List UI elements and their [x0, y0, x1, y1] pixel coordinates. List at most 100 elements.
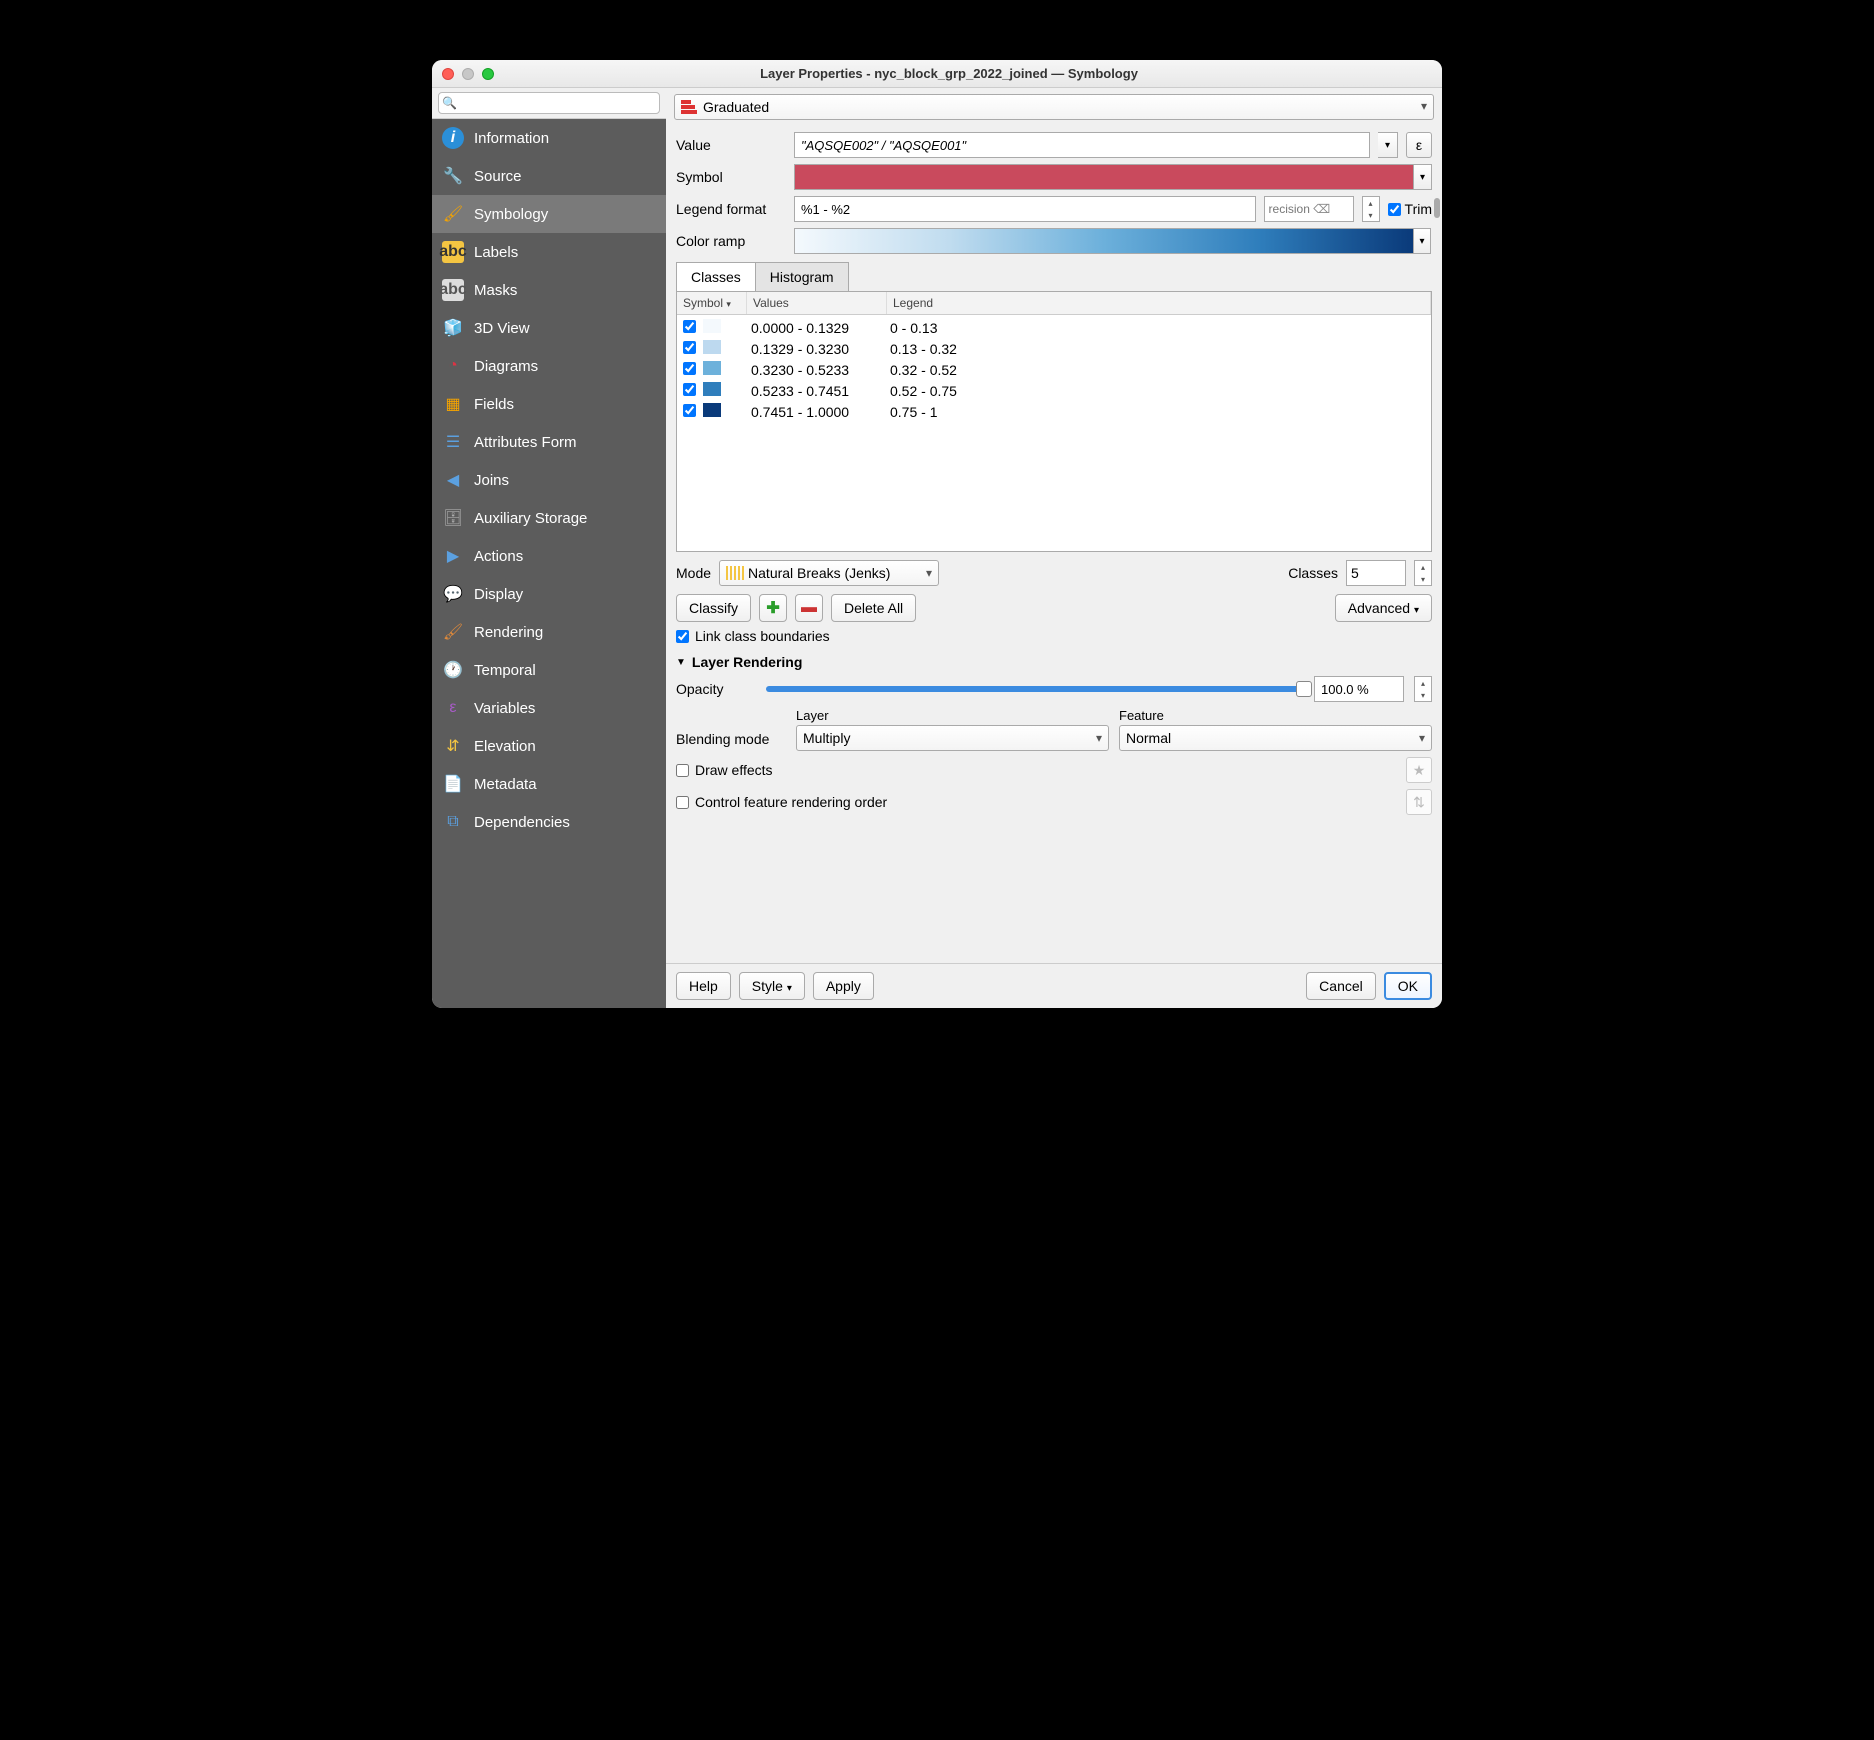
- table-row[interactable]: 0.3230 - 0.52330.32 - 0.52: [677, 359, 1431, 380]
- storage-icon: 🗄: [442, 507, 464, 529]
- sidebar-item-display[interactable]: 💬Display: [432, 575, 666, 613]
- clear-icon[interactable]: ⌫: [1313, 202, 1330, 216]
- minimize-icon[interactable]: [462, 68, 474, 80]
- sidebar-search-input[interactable]: [438, 92, 660, 114]
- class-visibility-checkbox[interactable]: [683, 404, 696, 417]
- chevron-down-icon[interactable]: ▾: [1415, 689, 1431, 701]
- chevron-up-icon[interactable]: ▴: [1415, 561, 1431, 573]
- delete-all-button[interactable]: Delete All: [831, 594, 916, 622]
- sidebar-item-dependencies[interactable]: ⧉Dependencies: [432, 803, 666, 841]
- disclosure-triangle-icon[interactable]: ▼: [676, 657, 686, 668]
- sidebar-item-source[interactable]: 🔧Source: [432, 157, 666, 195]
- sidebar-item-labels[interactable]: abcLabels: [432, 233, 666, 271]
- sidebar-item-joins[interactable]: ◀Joins: [432, 461, 666, 499]
- link-boundaries-checkbox[interactable]: [676, 630, 689, 643]
- expression-builder-button[interactable]: ε: [1406, 132, 1432, 158]
- sort-icon: ⇅: [1413, 794, 1425, 811]
- color-ramp-button[interactable]: ▾: [794, 228, 1414, 254]
- sidebar-item-symbology[interactable]: 🖌Symbology: [432, 195, 666, 233]
- sidebar-item-3dview[interactable]: 🧊3D View: [432, 309, 666, 347]
- sidebar-item-auxiliary-storage[interactable]: 🗄Auxiliary Storage: [432, 499, 666, 537]
- remove-class-button[interactable]: ▬: [795, 594, 823, 622]
- blend-layer-combo[interactable]: Multiply: [796, 725, 1109, 751]
- chevron-down-icon[interactable]: ▾: [1363, 209, 1379, 221]
- sidebar-item-actions[interactable]: ▶Actions: [432, 537, 666, 575]
- sidebar-item-diagrams[interactable]: ◔Diagrams: [432, 347, 666, 385]
- trim-checkbox[interactable]: [1388, 203, 1401, 216]
- layer-rendering-heading[interactable]: ▼ Layer Rendering: [676, 654, 1432, 670]
- th-symbol[interactable]: Symbol ▾: [677, 292, 747, 314]
- class-visibility-checkbox[interactable]: [683, 362, 696, 375]
- sidebar-item-label: Variables: [474, 700, 535, 717]
- value-expression-input[interactable]: [794, 132, 1370, 158]
- chevron-up-icon[interactable]: ▴: [1363, 197, 1379, 209]
- precision-spinner[interactable]: ▴▾: [1362, 196, 1380, 222]
- titlebar[interactable]: Layer Properties - nyc_block_grp_2022_jo…: [432, 60, 1442, 88]
- class-visibility-checkbox[interactable]: [683, 383, 696, 396]
- sidebar-item-attributes-form[interactable]: ☰Attributes Form: [432, 423, 666, 461]
- table-row[interactable]: 0.7451 - 1.00000.75 - 1: [677, 401, 1431, 422]
- tab-classes[interactable]: Classes: [676, 262, 756, 291]
- add-class-button[interactable]: ✚: [759, 594, 787, 622]
- chevron-up-icon[interactable]: ▴: [1415, 677, 1431, 689]
- scrollbar-thumb[interactable]: [1434, 198, 1440, 218]
- renderer-type-combo[interactable]: Graduated: [674, 94, 1434, 120]
- close-icon[interactable]: [442, 68, 454, 80]
- classes-count-input[interactable]: [1346, 560, 1406, 586]
- ok-button[interactable]: OK: [1384, 972, 1432, 1000]
- help-button[interactable]: Help: [676, 972, 731, 1000]
- chevron-down-icon[interactable]: ▾: [1415, 573, 1431, 585]
- opacity-spinner[interactable]: ▴▾: [1414, 676, 1432, 702]
- classify-button[interactable]: Classify: [676, 594, 751, 622]
- color-ramp-dropdown-button[interactable]: ▾: [1413, 228, 1431, 254]
- slider-thumb[interactable]: [1296, 681, 1312, 697]
- style-button[interactable]: Style ▾: [739, 972, 805, 1000]
- sidebar: 🔍 iInformation 🔧Source 🖌Symbology abcLab…: [432, 88, 666, 1008]
- class-visibility-checkbox[interactable]: [683, 320, 696, 333]
- class-values: 0.7451 - 1.0000: [727, 404, 882, 420]
- legend-format-input[interactable]: [794, 196, 1256, 222]
- order-settings-button[interactable]: ⇅: [1406, 789, 1432, 815]
- sidebar-item-elevation[interactable]: ⇵Elevation: [432, 727, 666, 765]
- trim-checkbox-wrap[interactable]: Trim: [1388, 201, 1432, 217]
- sidebar-item-fields[interactable]: ▦Fields: [432, 385, 666, 423]
- draw-effects-wrap[interactable]: Draw effects: [676, 762, 773, 778]
- mode-combo[interactable]: Natural Breaks (Jenks): [719, 560, 939, 586]
- info-icon: i: [442, 127, 464, 149]
- classes-spinner[interactable]: ▴▾: [1414, 560, 1432, 586]
- apply-button[interactable]: Apply: [813, 972, 874, 1000]
- precision-input[interactable]: recision ⌫: [1264, 196, 1354, 222]
- sidebar-item-rendering[interactable]: 🖌Rendering: [432, 613, 666, 651]
- table-row[interactable]: 0.1329 - 0.32300.13 - 0.32: [677, 338, 1431, 359]
- table-row[interactable]: 0.5233 - 0.74510.52 - 0.75: [677, 380, 1431, 401]
- sidebar-item-metadata[interactable]: 📄Metadata: [432, 765, 666, 803]
- th-values[interactable]: Values: [747, 292, 887, 314]
- opacity-slider[interactable]: [766, 686, 1304, 692]
- symbol-dropdown-button[interactable]: ▾: [1413, 165, 1431, 189]
- sidebar-item-information[interactable]: iInformation: [432, 119, 666, 157]
- sidebar-item-masks[interactable]: abcMasks: [432, 271, 666, 309]
- symbol-preview-button[interactable]: ▾: [794, 164, 1432, 190]
- cancel-button[interactable]: Cancel: [1306, 972, 1376, 1000]
- link-boundaries-wrap[interactable]: Link class boundaries: [676, 628, 1432, 644]
- tab-histogram[interactable]: Histogram: [755, 262, 849, 291]
- value-dropdown-button[interactable]: ▾: [1378, 132, 1398, 158]
- class-visibility-checkbox[interactable]: [683, 341, 696, 354]
- draw-effects-checkbox[interactable]: [676, 764, 689, 777]
- blend-feature-label: Feature: [1119, 708, 1432, 723]
- blending-mode-label: Blending mode: [676, 731, 786, 751]
- control-order-wrap[interactable]: Control feature rendering order: [676, 794, 887, 810]
- blend-feature-combo[interactable]: Normal: [1119, 725, 1432, 751]
- sidebar-item-label: Diagrams: [474, 358, 538, 375]
- sidebar-item-temporal[interactable]: 🕐Temporal: [432, 651, 666, 689]
- table-row[interactable]: 0.0000 - 0.13290 - 0.13: [677, 317, 1431, 338]
- maximize-icon[interactable]: [482, 68, 494, 80]
- effects-settings-button[interactable]: ★: [1406, 757, 1432, 783]
- sidebar-item-variables[interactable]: εVariables: [432, 689, 666, 727]
- th-legend[interactable]: Legend: [887, 292, 1431, 314]
- footer-buttons: Help Style ▾ Apply Cancel OK: [666, 963, 1442, 1008]
- advanced-button[interactable]: Advanced ▾: [1335, 594, 1432, 622]
- opacity-input[interactable]: [1314, 676, 1404, 702]
- control-order-checkbox[interactable]: [676, 796, 689, 809]
- layer-properties-window: Layer Properties - nyc_block_grp_2022_jo…: [432, 60, 1442, 1008]
